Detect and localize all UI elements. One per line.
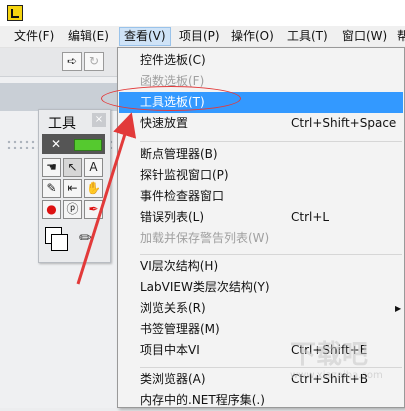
watermark-logo: 下载吧 www.xiazaiba.com (290, 340, 383, 381)
